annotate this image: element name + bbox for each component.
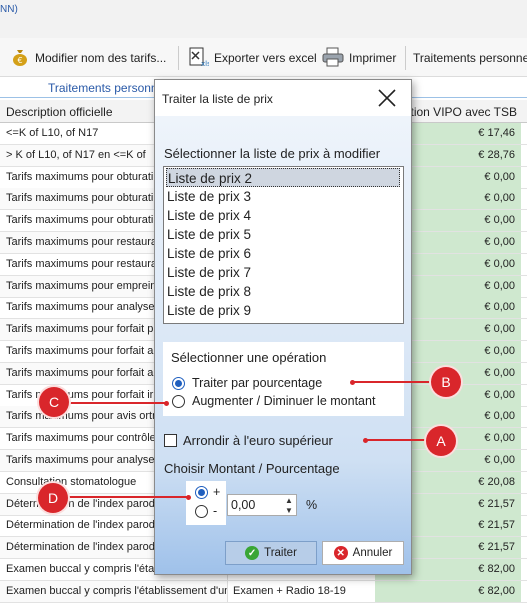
cell-amount: € 82,00 (375, 580, 521, 602)
process-button[interactable]: ✓ Traiter (225, 541, 317, 565)
cancel-label: Annuler (352, 547, 393, 559)
list-item[interactable]: Liste de prix 8 (166, 282, 400, 301)
cancel-icon: ✕ (333, 546, 348, 560)
svg-text:€: € (17, 56, 22, 65)
annotation-badge-d: D (38, 483, 68, 513)
print-label: Imprimer (349, 51, 397, 65)
spin-down-icon[interactable]: ▼ (283, 506, 295, 515)
radio-amount[interactable] (172, 395, 185, 408)
amount-percent-label: Choisir Montant / Pourcentage (164, 461, 340, 476)
dialog-body: Sélectionner la liste de prix à modifier… (155, 116, 411, 574)
money-bag-icon: € (10, 47, 30, 70)
print-button[interactable]: Imprimer (322, 47, 397, 70)
spin-up-icon[interactable]: ▲ (283, 496, 295, 505)
close-button[interactable] (373, 87, 401, 111)
modify-names-label: Modifier nom des tarifs... (35, 51, 167, 65)
list-item[interactable]: Liste de prix 3 (166, 187, 400, 206)
table-row[interactable]: Examen buccal y compris l'établissement … (0, 580, 527, 603)
price-list-dialog: Traiter la liste de prix Sélectionner la… (154, 79, 412, 575)
operation-label: Sélectionner une opération (171, 350, 327, 365)
round-label[interactable]: Arrondir à l'euro supérieur (183, 433, 333, 448)
plus-label: + (213, 485, 221, 499)
list-item[interactable]: Liste de prix 9 (166, 301, 400, 320)
custom-treatments-button[interactable]: Traitements personne (413, 48, 527, 68)
column-header-amount[interactable]: ention VIPO avec TSB (397, 105, 517, 119)
price-list-listbox[interactable]: Liste de prix 2 Liste de prix 3 Liste de p… (163, 166, 404, 324)
dialog-title: Traiter la liste de prix (162, 92, 273, 106)
export-excel-label: Exporter vers excel (214, 51, 317, 65)
tab-strip: NN) (0, 0, 527, 38)
list-item[interactable]: Liste de prix 7 (166, 263, 400, 282)
check-icon: ✓ (245, 546, 260, 560)
radio-minus[interactable] (195, 505, 208, 518)
list-item[interactable]: Liste de prix 4 (166, 206, 400, 225)
radio-percent[interactable] (172, 377, 185, 390)
list-item[interactable]: Liste de prix 2 (166, 168, 400, 187)
minus-label: - (213, 504, 218, 518)
percent-unit: % (306, 498, 318, 512)
column-header-description[interactable]: Description officielle (6, 105, 113, 119)
select-list-label: Sélectionner la liste de prix à modifier (164, 146, 381, 161)
list-item[interactable]: Liste de prix 5 (166, 225, 400, 244)
round-checkbox[interactable] (164, 434, 177, 447)
dialog-titlebar: Traiter la liste de prix (155, 80, 411, 116)
cancel-button[interactable]: ✕ Annuler (322, 541, 404, 565)
annotation-badge-a: A (426, 426, 456, 456)
cell-code: Examen + Radio 18-19 (233, 584, 346, 597)
annotation-badge-b: B (431, 367, 461, 397)
svg-text:xls: xls (201, 60, 209, 67)
process-label: Traiter (264, 547, 297, 559)
value-text: 0,00 (231, 498, 256, 512)
operation-group: Sélectionner une opération Traiter par p… (163, 342, 404, 416)
op-percent-label[interactable]: Traiter par pourcentage (192, 376, 322, 390)
custom-treatments-label: Traitements personne (413, 51, 527, 65)
op-amount-label[interactable]: Augmenter / Diminuer le montant (192, 394, 402, 408)
tab-fragment[interactable]: NN) (0, 4, 18, 15)
annotation-badge-c: C (39, 387, 69, 417)
tab-custom-treatments[interactable]: Traitements personne (48, 81, 164, 95)
list-item[interactable]: Liste de prix 6 (166, 244, 400, 263)
toolbar: € Modifier nom des tarifs... xls Exporte… (0, 38, 527, 77)
close-icon (378, 89, 396, 107)
value-input[interactable]: 0,00 ▲ ▼ (227, 494, 297, 516)
cell-description: Examen buccal y compris l'établissement … (0, 580, 228, 602)
modify-names-button[interactable]: € Modifier nom des tarifs... (10, 48, 166, 68)
printer-icon (322, 47, 344, 70)
radio-plus[interactable] (195, 486, 208, 499)
export-excel-button[interactable]: xls Exporter vers excel (187, 47, 317, 70)
excel-icon: xls (187, 47, 211, 70)
sign-group: + - (186, 481, 226, 525)
